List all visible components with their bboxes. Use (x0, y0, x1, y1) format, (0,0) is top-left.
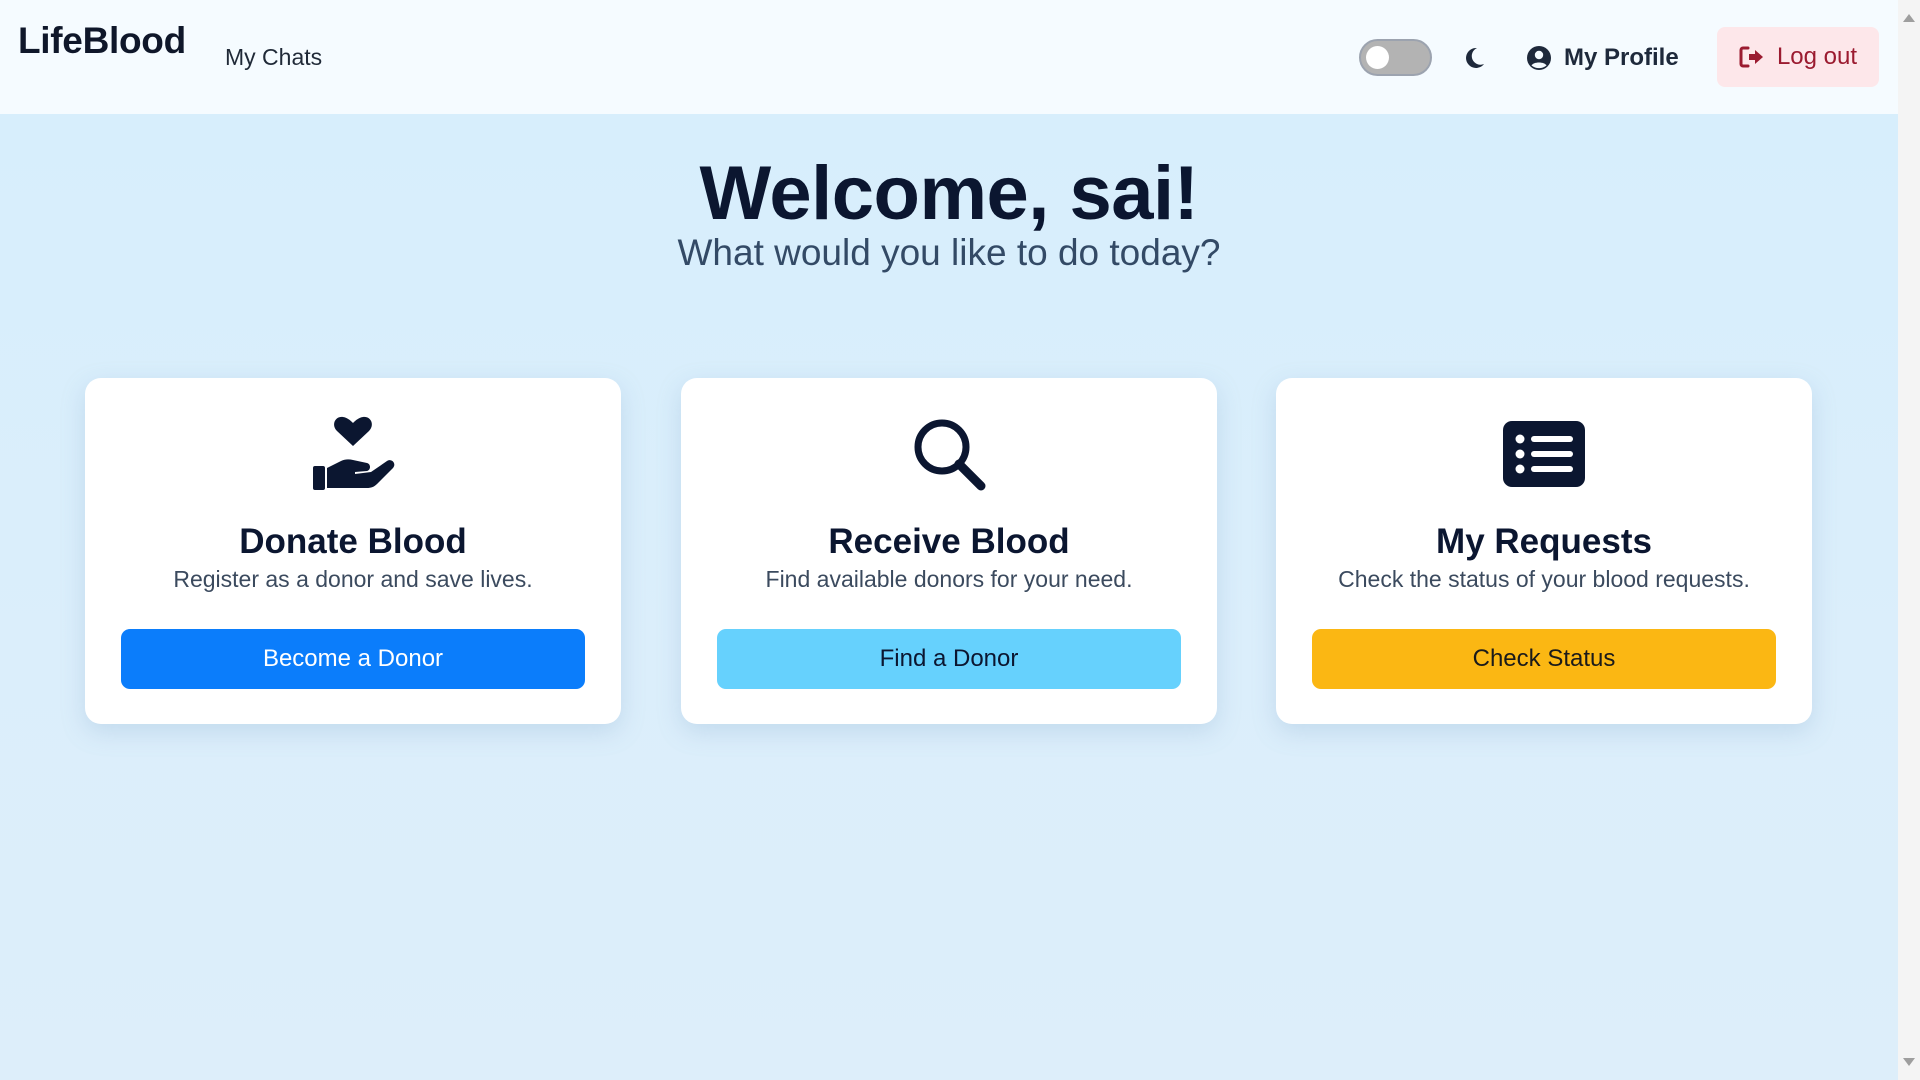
list-icon (1503, 421, 1585, 487)
card-description: Find available donors for your need. (765, 566, 1133, 592)
logout-button[interactable]: Log out (1717, 27, 1879, 87)
nav-my-chats-link[interactable]: My Chats (225, 44, 322, 71)
welcome-subtitle: What would you like to do today? (677, 232, 1221, 273)
become-donor-button[interactable]: Become a Donor (121, 629, 585, 689)
scroll-up-arrow-icon[interactable] (1903, 14, 1915, 22)
toggle-knob (1366, 46, 1389, 69)
vertical-scrollbar[interactable] (1898, 0, 1920, 1080)
top-navbar: LifeBlood My Chats My Profile Log out (0, 0, 1898, 114)
user-circle-icon (1527, 46, 1551, 70)
check-status-button[interactable]: Check Status (1312, 629, 1776, 689)
brand-logo[interactable]: LifeBlood (18, 20, 186, 62)
scroll-down-arrow-icon[interactable] (1903, 1058, 1915, 1066)
find-donor-button[interactable]: Find a Donor (717, 629, 1181, 689)
my-profile-link[interactable]: My Profile (1526, 40, 1679, 76)
receive-blood-card: Receive Blood Find available donors for … (681, 378, 1217, 724)
hand-holding-heart-icon (313, 416, 395, 490)
welcome-heading: Welcome, sai! (699, 151, 1199, 236)
search-icon (914, 419, 986, 491)
card-description: Register as a donor and save lives. (173, 566, 533, 592)
card-title: My Requests (1436, 522, 1652, 561)
moon-icon (1466, 47, 1484, 68)
sign-out-icon (1739, 46, 1763, 68)
card-title: Receive Blood (828, 522, 1070, 561)
my-profile-label: My Profile (1564, 44, 1679, 71)
theme-toggle-switch[interactable] (1359, 39, 1432, 76)
card-description: Check the status of your blood requests. (1338, 566, 1750, 592)
donate-blood-card: Donate Blood Register as a donor and sav… (85, 378, 621, 724)
logout-label: Log out (1776, 43, 1858, 70)
my-requests-card: My Requests Check the status of your blo… (1276, 378, 1812, 724)
card-title: Donate Blood (239, 522, 467, 561)
